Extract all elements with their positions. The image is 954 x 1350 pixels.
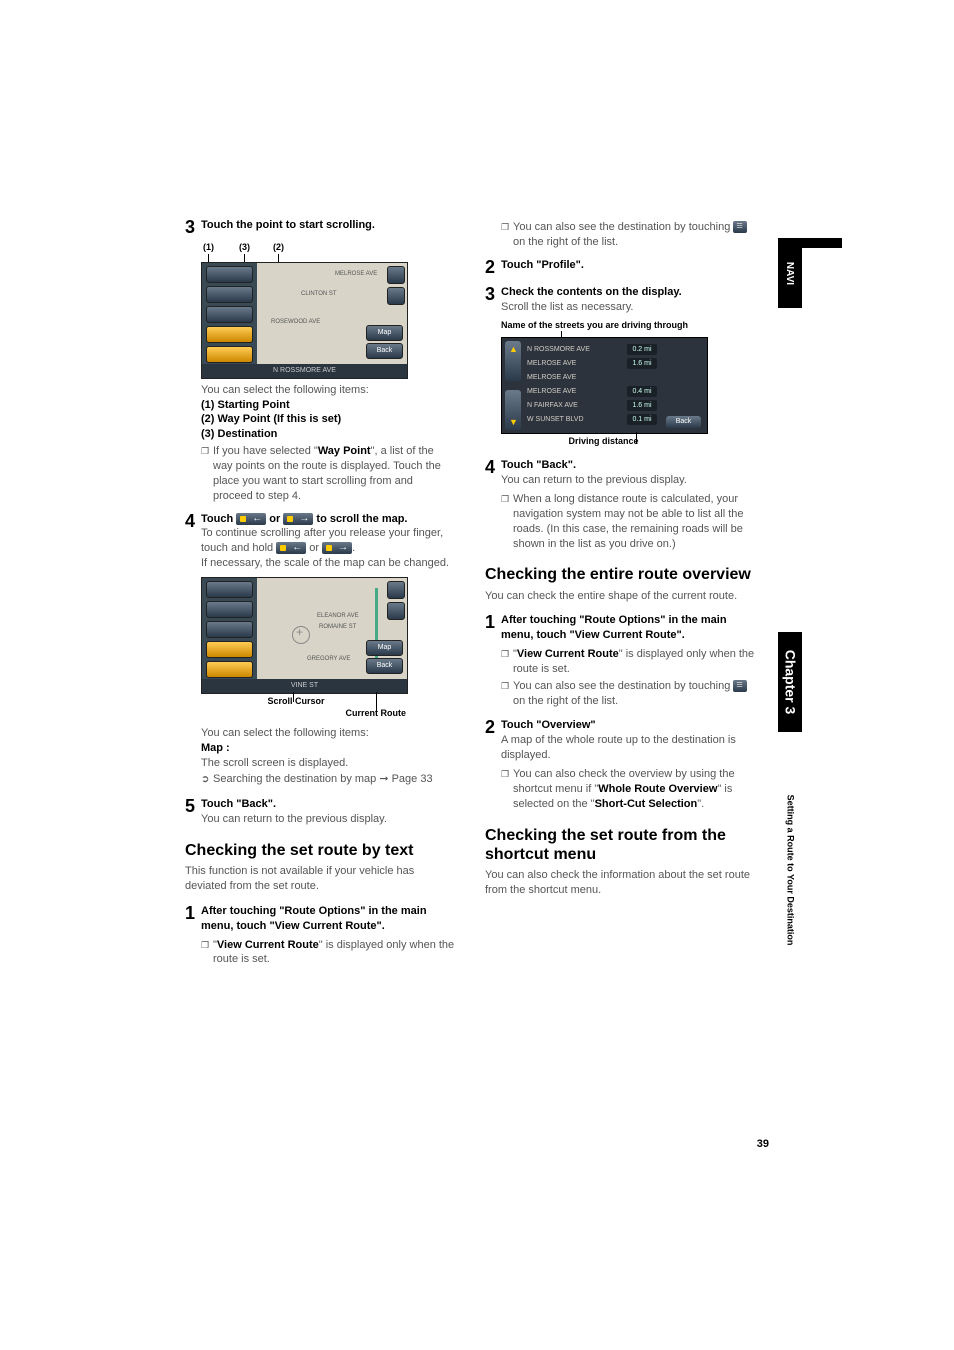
side-tab-chapter: Chapter 3	[778, 632, 802, 732]
scroll-down-icon[interactable]	[505, 390, 521, 430]
note-see-destination: You can also see the destination by touc…	[501, 220, 755, 250]
step-title: Touch "Back".	[501, 459, 576, 471]
xref-search-by-map: Searching the destination by map ➞ Page …	[201, 772, 455, 787]
step-number: 3	[485, 285, 501, 315]
post-fig2-text: You can select the following items:	[201, 726, 455, 741]
right-step-2: 2 Touch "Profile".	[485, 258, 755, 278]
step-title: Touch "Overview"	[501, 719, 596, 731]
back-button[interactable]: Back	[666, 416, 701, 428]
text-step-1: 1 After touching "Route Options" in the …	[185, 904, 455, 934]
page-number: 39	[757, 1138, 769, 1150]
page: NAVI Chapter 3 Setting a Route to Your D…	[0, 0, 954, 1350]
note-ov-shortcut: You can also check the overview by using…	[501, 767, 755, 812]
scroll-right-icon[interactable]	[283, 513, 313, 525]
note-ov-vcr: "View Current Route" is displayed only w…	[501, 647, 755, 677]
step-number: 1	[485, 613, 501, 643]
figure-1: MELROSE AVE CLINTON ST ROSEWOOD AVE 0.8m…	[201, 262, 455, 379]
scroll-up-icon[interactable]	[505, 341, 521, 381]
waypoint-note: If you have selected "Way Point", a list…	[201, 444, 455, 503]
scroll-right-icon[interactable]	[322, 542, 352, 554]
post-fig-text: You can select the following items:	[201, 383, 455, 398]
left-step-3: 3 Touch the point to start scrolling.	[185, 218, 455, 238]
legend-3: (3) Destination	[201, 428, 277, 440]
callout-1: (1)	[203, 242, 214, 252]
caption-driving-distance: Driving distance	[501, 436, 706, 446]
heading-desc: You can check the entire shape of the cu…	[485, 589, 755, 604]
step-title: After touching "Route Options" in the ma…	[501, 614, 727, 641]
scroll-left-icon[interactable]	[276, 542, 306, 554]
route-line	[375, 588, 378, 668]
heading-shortcut: Checking the set route from the shortcut…	[485, 826, 755, 864]
right-step-4: 4 Touch "Back". You can return to the pr…	[485, 458, 755, 488]
step-title: Touch "Back".	[201, 798, 276, 810]
scroll-left-icon[interactable]	[236, 513, 266, 525]
legend-1: (1) Starting Point	[201, 399, 290, 411]
heading-desc: This function is not available if your v…	[185, 864, 455, 894]
ov-step-1: 1 After touching "Route Options" in the …	[485, 613, 755, 643]
step-title: After touching "Route Options" in the ma…	[201, 905, 427, 932]
right-step-3: 3 Check the contents on the display. Scr…	[485, 285, 755, 315]
left-step-5: 5 Touch "Back". You can return to the pr…	[185, 797, 455, 827]
map-button[interactable]: Map	[366, 640, 403, 656]
left-step-4: 4 Touch or to scroll the map. To continu…	[185, 512, 455, 571]
map-desc: The scroll screen is displayed.	[201, 756, 455, 771]
legend-2: (2) Way Point (If this is set)	[201, 413, 341, 425]
step-number: 5	[185, 797, 201, 827]
heading-check-route-text: Checking the set route by text	[185, 841, 455, 860]
note-vcr-display: "View Current Route" is displayed only w…	[201, 938, 455, 968]
list-icon[interactable]	[733, 221, 747, 233]
heading-overview: Checking the entire route overview	[485, 565, 755, 584]
caption-street-names: Name of the streets you are driving thro…	[501, 319, 755, 331]
map-label: Map :	[201, 742, 230, 754]
step-number: 2	[485, 258, 501, 278]
back-button[interactable]: Back	[366, 658, 403, 674]
side-section-title: Setting a Route to Your Destination	[778, 740, 802, 1000]
profile-figure: N ROSSMORE AVE0.2 mi MELROSE AVE1.6 mi M…	[501, 337, 755, 446]
step-number: 4	[185, 512, 201, 571]
step-title: Touch the point to start scrolling.	[201, 219, 375, 231]
scroll-cursor-icon	[292, 626, 310, 644]
back-button[interactable]: Back	[366, 343, 403, 359]
accent-bar	[802, 238, 842, 248]
callout-2: (2)	[273, 242, 284, 252]
side-tab-navi: NAVI	[778, 238, 802, 308]
callout-3: (3)	[239, 242, 250, 252]
left-column: 3 Touch the point to start scrolling. (1…	[185, 218, 455, 967]
caption-scroll-cursor: Scroll Cursor	[221, 696, 371, 706]
right-column: You can also see the destination by touc…	[485, 218, 755, 967]
step-title: Check the contents on the display.	[501, 286, 682, 298]
step-number: 2	[485, 718, 501, 763]
step-number: 4	[485, 458, 501, 488]
content-area: 3 Touch the point to start scrolling. (1…	[185, 218, 755, 967]
note-long-route: When a long distance route is calculated…	[501, 492, 755, 551]
note-ov-dest: You can also see the destination by touc…	[501, 679, 755, 709]
heading-desc: You can also check the information about…	[485, 868, 755, 898]
ov-step-2: 2 Touch "Overview" A map of the whole ro…	[485, 718, 755, 763]
figure-2: ELEANOR AVE ROMAINE ST GREGORY AVE 0.8mi…	[201, 577, 455, 718]
step-title: Touch "Profile".	[501, 259, 584, 271]
step-number: 1	[185, 904, 201, 934]
list-icon[interactable]	[733, 680, 747, 692]
figure-callouts: (1) (3) (2)	[201, 242, 455, 256]
map-button[interactable]: Map	[366, 325, 403, 341]
step-number: 3	[185, 218, 201, 238]
